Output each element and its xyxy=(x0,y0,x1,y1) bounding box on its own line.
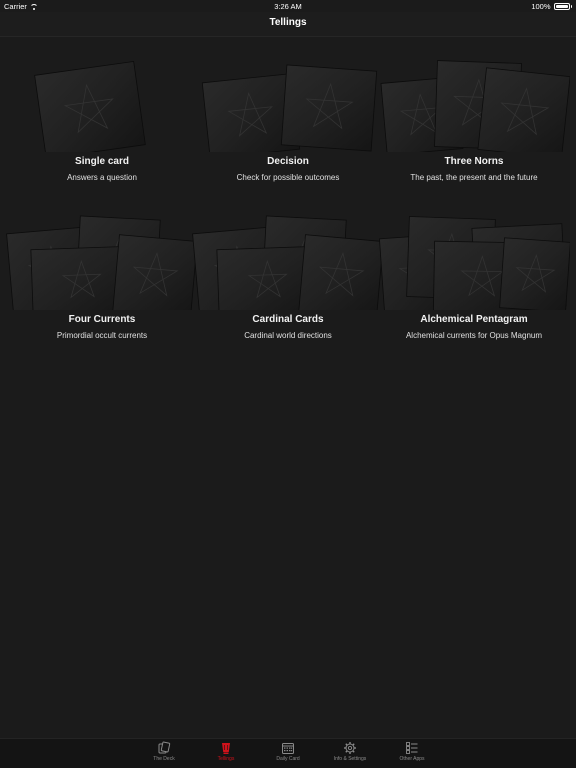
apps-list-icon xyxy=(406,742,418,754)
tab-other-apps[interactable]: Other Apps xyxy=(382,741,442,762)
telling-description: Check for possible outcomes xyxy=(236,173,340,182)
tab-bar: The Deck Tellings Daily Card Info & Sett… xyxy=(0,738,576,768)
card-spread-image xyxy=(192,64,384,154)
telling-description: The past, the present and the future xyxy=(410,173,538,182)
tarot-card xyxy=(298,234,384,312)
tab-label: The Deck xyxy=(153,756,175,762)
tab-label: Other Apps xyxy=(399,756,425,762)
gear-icon xyxy=(344,742,356,754)
telling-four-currents[interactable]: Four Currents Primordial occult currents xyxy=(6,208,198,348)
telling-name: Alchemical Pentagram xyxy=(420,314,528,325)
telling-description: Primordial occult currents xyxy=(56,331,148,340)
tab-label: Daily Card xyxy=(276,756,300,762)
telling-description: Alchemical currents for Opus Magnum xyxy=(405,331,543,340)
cards-icon xyxy=(158,741,171,754)
tab-info-settings[interactable]: Info & Settings xyxy=(320,741,380,762)
status-bar: Carrier 3:26 AM 100% xyxy=(0,0,576,12)
card-spread-image xyxy=(6,215,198,312)
telling-name: Cardinal Cards xyxy=(252,314,324,325)
telling-decision[interactable]: Decision Check for possible outcomes xyxy=(192,50,384,190)
telling-cardinal-cards[interactable]: Cardinal Cards Cardinal world directions xyxy=(192,208,384,348)
telling-description: Answers a question xyxy=(67,173,137,182)
card-spread-image xyxy=(6,60,198,154)
telling-name: Three Norns xyxy=(444,156,504,167)
tab-the-deck[interactable]: The Deck xyxy=(134,741,194,762)
tab-label: Tellings xyxy=(217,756,235,762)
status-time: 3:26 AM xyxy=(274,2,302,11)
card-spread-image xyxy=(378,216,570,312)
tab-tellings[interactable]: Tellings xyxy=(196,741,256,762)
tarot-card xyxy=(477,67,570,154)
telling-description: Cardinal world directions xyxy=(244,331,332,340)
tab-daily-card[interactable]: Daily Card xyxy=(258,741,318,762)
card-spread-image xyxy=(192,215,384,312)
tarot-card xyxy=(112,234,198,312)
tarot-card xyxy=(499,237,570,312)
telling-three-norns[interactable]: Three Norns The past, the present and th… xyxy=(378,50,570,190)
navigation-bar: Tellings xyxy=(0,12,576,37)
battery-icon xyxy=(553,3,570,10)
telling-name: Decision xyxy=(267,156,309,167)
tarot-card xyxy=(280,64,378,152)
battery-percent: 100% xyxy=(531,2,551,11)
tab-label: Info & Settings xyxy=(333,756,367,762)
calendar-icon xyxy=(282,743,294,754)
telling-single-card[interactable]: Single card Answers a question xyxy=(6,50,198,190)
telling-name: Four Currents xyxy=(68,314,136,325)
card-spread-image xyxy=(378,60,570,154)
tarot-card xyxy=(34,60,146,154)
telling-alchemical-pentagram[interactable]: Alchemical Pentagram Alchemical currents… xyxy=(378,208,570,348)
battery-indicator: 100% xyxy=(531,2,572,11)
telling-name: Single card xyxy=(75,156,129,167)
cup-icon xyxy=(222,743,230,754)
page-title: Tellings xyxy=(269,17,307,28)
